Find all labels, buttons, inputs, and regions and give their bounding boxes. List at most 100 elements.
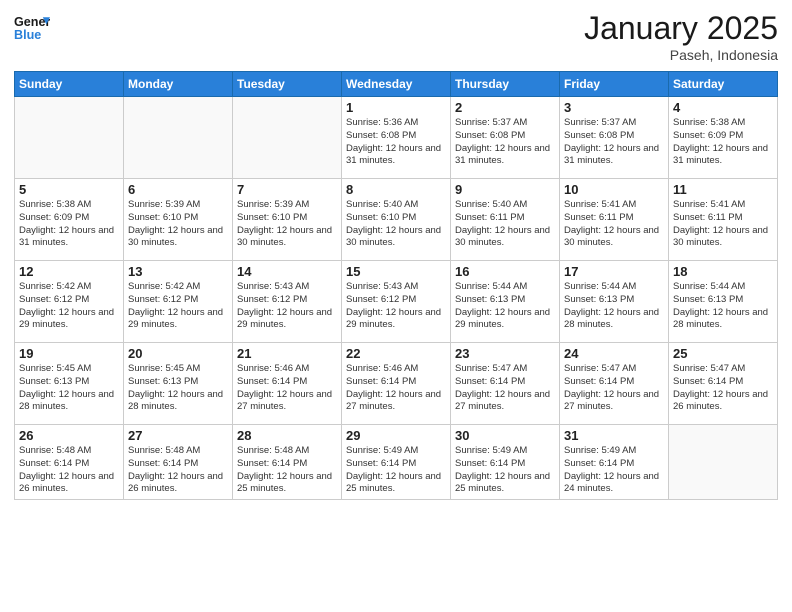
day-number: 6 [128,182,228,197]
day-info: Sunrise: 5:42 AM Sunset: 6:12 PM Dayligh… [128,281,228,332]
table-row [669,425,778,500]
calendar-week-4: 19 Sunrise: 5:45 AM Sunset: 6:13 PM Dayli… [15,343,778,425]
day-number: 22 [346,346,446,361]
day-info: Sunrise: 5:44 AM Sunset: 6:13 PM Dayligh… [564,281,664,332]
day-number: 15 [346,264,446,279]
table-row: 27 Sunrise: 5:48 AM Sunset: 6:14 PM Dayli… [124,425,233,500]
day-number: 5 [19,182,119,197]
table-row: 22 Sunrise: 5:46 AM Sunset: 6:14 PM Dayli… [342,343,451,425]
day-info: Sunrise: 5:47 AM Sunset: 6:14 PM Dayligh… [455,363,555,414]
table-row: 17 Sunrise: 5:44 AM Sunset: 6:13 PM Dayli… [560,261,669,343]
day-number: 11 [673,182,773,197]
calendar: Sunday Monday Tuesday Wednesday Thursday… [14,71,778,500]
day-info: Sunrise: 5:48 AM Sunset: 6:14 PM Dayligh… [237,445,337,496]
day-info: Sunrise: 5:46 AM Sunset: 6:14 PM Dayligh… [237,363,337,414]
table-row: 28 Sunrise: 5:48 AM Sunset: 6:14 PM Dayli… [233,425,342,500]
col-thursday: Thursday [451,72,560,97]
day-info: Sunrise: 5:48 AM Sunset: 6:14 PM Dayligh… [128,445,228,496]
table-row: 14 Sunrise: 5:43 AM Sunset: 6:12 PM Dayli… [233,261,342,343]
col-sunday: Sunday [15,72,124,97]
day-info: Sunrise: 5:38 AM Sunset: 6:09 PM Dayligh… [19,199,119,250]
table-row: 23Sunrise: 5:47 AM Sunset: 6:14 PM Dayli… [451,343,560,425]
day-info: Sunrise: 5:41 AM Sunset: 6:11 PM Dayligh… [564,199,664,250]
day-number: 27 [128,428,228,443]
calendar-week-2: 5 Sunrise: 5:38 AM Sunset: 6:09 PM Daylig… [15,179,778,261]
day-info: Sunrise: 5:40 AM Sunset: 6:10 PM Dayligh… [346,199,446,250]
day-number: 24 [564,346,664,361]
header: General Blue January 2025 Paseh, Indones… [14,10,778,63]
table-row: 5 Sunrise: 5:38 AM Sunset: 6:09 PM Daylig… [15,179,124,261]
day-number: 28 [237,428,337,443]
table-row: 29Sunrise: 5:49 AM Sunset: 6:14 PM Dayli… [342,425,451,500]
day-number: 19 [19,346,119,361]
day-number: 29 [346,428,446,443]
svg-text:Blue: Blue [14,28,41,42]
title-section: January 2025 Paseh, Indonesia [584,10,778,63]
day-number: 3 [564,100,664,115]
day-info: Sunrise: 5:43 AM Sunset: 6:12 PM Dayligh… [346,281,446,332]
table-row: 19 Sunrise: 5:45 AM Sunset: 6:13 PM Dayli… [15,343,124,425]
calendar-week-1: 1 Sunrise: 5:36 AM Sunset: 6:08 PM Daylig… [15,97,778,179]
location: Paseh, Indonesia [584,47,778,63]
page: General Blue January 2025 Paseh, Indones… [0,0,792,612]
table-row: 4Sunrise: 5:38 AM Sunset: 6:09 PM Daylig… [669,97,778,179]
table-row [233,97,342,179]
table-row: 31Sunrise: 5:49 AM Sunset: 6:14 PM Dayli… [560,425,669,500]
day-number: 9 [455,182,555,197]
table-row: 3Sunrise: 5:37 AM Sunset: 6:08 PM Daylig… [560,97,669,179]
day-number: 8 [346,182,446,197]
table-row: 9Sunrise: 5:40 AM Sunset: 6:11 PM Daylig… [451,179,560,261]
col-saturday: Saturday [669,72,778,97]
table-row: 8 Sunrise: 5:40 AM Sunset: 6:10 PM Daylig… [342,179,451,261]
table-row: 16Sunrise: 5:44 AM Sunset: 6:13 PM Dayli… [451,261,560,343]
table-row: 12Sunrise: 5:42 AM Sunset: 6:12 PM Dayli… [15,261,124,343]
day-number: 26 [19,428,119,443]
month-title: January 2025 [584,10,778,47]
day-info: Sunrise: 5:43 AM Sunset: 6:12 PM Dayligh… [237,281,337,332]
day-info: Sunrise: 5:44 AM Sunset: 6:13 PM Dayligh… [455,281,555,332]
day-info: Sunrise: 5:38 AM Sunset: 6:09 PM Dayligh… [673,117,773,168]
table-row: 1 Sunrise: 5:36 AM Sunset: 6:08 PM Daylig… [342,97,451,179]
day-info: Sunrise: 5:36 AM Sunset: 6:08 PM Dayligh… [346,117,446,168]
day-info: Sunrise: 5:46 AM Sunset: 6:14 PM Dayligh… [346,363,446,414]
table-row: 26 Sunrise: 5:48 AM Sunset: 6:14 PM Dayli… [15,425,124,500]
day-info: Sunrise: 5:48 AM Sunset: 6:14 PM Dayligh… [19,445,119,496]
table-row: 20Sunrise: 5:45 AM Sunset: 6:13 PM Dayli… [124,343,233,425]
table-row: 7 Sunrise: 5:39 AM Sunset: 6:10 PM Daylig… [233,179,342,261]
calendar-week-5: 26 Sunrise: 5:48 AM Sunset: 6:14 PM Dayli… [15,425,778,500]
day-number: 25 [673,346,773,361]
calendar-week-3: 12Sunrise: 5:42 AM Sunset: 6:12 PM Dayli… [15,261,778,343]
table-row: 15 Sunrise: 5:43 AM Sunset: 6:12 PM Dayli… [342,261,451,343]
day-info: Sunrise: 5:41 AM Sunset: 6:11 PM Dayligh… [673,199,773,250]
table-row: 18 Sunrise: 5:44 AM Sunset: 6:13 PM Dayli… [669,261,778,343]
table-row: 2 Sunrise: 5:37 AM Sunset: 6:08 PM Daylig… [451,97,560,179]
table-row: 25Sunrise: 5:47 AM Sunset: 6:14 PM Dayli… [669,343,778,425]
day-number: 13 [128,264,228,279]
day-info: Sunrise: 5:37 AM Sunset: 6:08 PM Dayligh… [455,117,555,168]
day-number: 10 [564,182,664,197]
logo-icon: General Blue [14,10,50,46]
table-row: 11 Sunrise: 5:41 AM Sunset: 6:11 PM Dayli… [669,179,778,261]
table-row: 30Sunrise: 5:49 AM Sunset: 6:14 PM Dayli… [451,425,560,500]
day-info: Sunrise: 5:39 AM Sunset: 6:10 PM Dayligh… [237,199,337,250]
table-row: 21Sunrise: 5:46 AM Sunset: 6:14 PM Dayli… [233,343,342,425]
day-info: Sunrise: 5:47 AM Sunset: 6:14 PM Dayligh… [564,363,664,414]
day-info: Sunrise: 5:44 AM Sunset: 6:13 PM Dayligh… [673,281,773,332]
day-number: 18 [673,264,773,279]
day-number: 2 [455,100,555,115]
table-row: 6 Sunrise: 5:39 AM Sunset: 6:10 PM Daylig… [124,179,233,261]
day-number: 17 [564,264,664,279]
day-number: 7 [237,182,337,197]
col-tuesday: Tuesday [233,72,342,97]
day-number: 1 [346,100,446,115]
day-info: Sunrise: 5:39 AM Sunset: 6:10 PM Dayligh… [128,199,228,250]
day-info: Sunrise: 5:49 AM Sunset: 6:14 PM Dayligh… [455,445,555,496]
day-number: 14 [237,264,337,279]
header-row: Sunday Monday Tuesday Wednesday Thursday… [15,72,778,97]
table-row: 13 Sunrise: 5:42 AM Sunset: 6:12 PM Dayli… [124,261,233,343]
table-row [15,97,124,179]
day-info: Sunrise: 5:49 AM Sunset: 6:14 PM Dayligh… [564,445,664,496]
day-info: Sunrise: 5:45 AM Sunset: 6:13 PM Dayligh… [19,363,119,414]
table-row: 24 Sunrise: 5:47 AM Sunset: 6:14 PM Dayli… [560,343,669,425]
col-monday: Monday [124,72,233,97]
